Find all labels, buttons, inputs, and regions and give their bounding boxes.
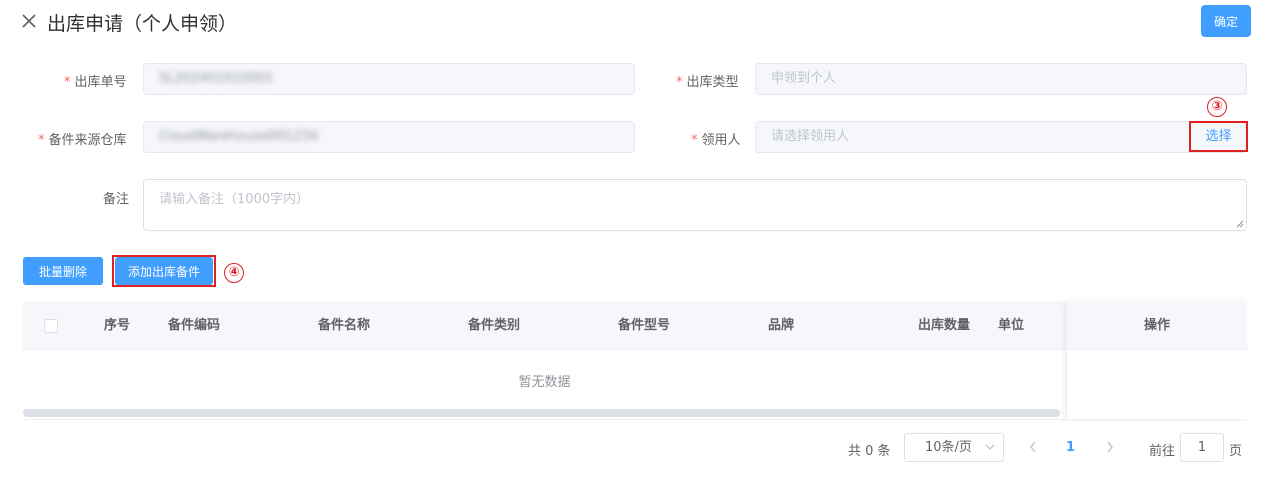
goto-page-input[interactable]: 1: [1180, 433, 1224, 462]
out-type-label: * 出库类型: [676, 75, 739, 90]
col-brand: 品牌: [768, 318, 795, 333]
order-no-label: * 出库单号: [64, 75, 127, 90]
page-size-value: 10条/页: [925, 440, 972, 455]
page-title: 出库申请（个人申领）: [47, 13, 238, 35]
chevron-down-icon: [985, 444, 995, 450]
col-quantity: 出库数量: [918, 318, 971, 333]
col-part-category: 备件类别: [468, 318, 521, 333]
step-3-marker: ③: [1207, 97, 1227, 117]
col-unit: 单位: [998, 318, 1025, 333]
col-index: 序号: [104, 318, 131, 333]
horizontal-scrollbar[interactable]: [23, 409, 1060, 417]
table-header: 序号 备件编码 备件名称 备件类别 备件型号 品牌 出库数量 单位: [23, 301, 1247, 350]
order-no-field: SL202401010001: [143, 63, 635, 95]
source-warehouse-value: CloudWarehouse001234: [159, 129, 319, 144]
empty-text: 暂无数据: [518, 375, 571, 390]
remark-placeholder: 请输入备注（1000字内）: [159, 192, 310, 207]
source-warehouse-field: CloudWarehouse001234: [143, 121, 635, 153]
select-recipient-button[interactable]: 选择: [1189, 121, 1248, 152]
goto-label: 前往: [1149, 444, 1176, 459]
out-type-field: 申领到个人: [755, 63, 1247, 95]
close-icon[interactable]: [20, 12, 38, 30]
table-divider: [23, 419, 1247, 420]
page-header: 出库申请（个人申领） 确定: [0, 0, 1269, 46]
recipient-label: * 领用人: [691, 133, 741, 148]
recipient-field[interactable]: 请选择领用人: [755, 121, 1247, 153]
col-operations: 操作: [1067, 301, 1247, 350]
col-part-code: 备件编码: [168, 318, 221, 333]
page-size-select[interactable]: 10条/页: [904, 433, 1004, 462]
remark-textarea[interactable]: 请输入备注（1000字内）: [143, 179, 1247, 231]
page-suffix: 页: [1229, 444, 1243, 459]
add-parts-button[interactable]: 添加出库备件: [115, 257, 213, 285]
confirm-button[interactable]: 确定: [1201, 5, 1251, 37]
current-page[interactable]: 1: [1066, 440, 1075, 455]
col-part-name: 备件名称: [318, 318, 371, 333]
resize-handle-icon[interactable]: [1236, 220, 1244, 228]
next-page-icon[interactable]: [1105, 440, 1115, 454]
prev-page-icon[interactable]: [1028, 440, 1038, 454]
order-no-value: SL202401010001: [159, 71, 274, 86]
operations-column: 操作: [1066, 301, 1247, 419]
batch-delete-button[interactable]: 批量删除: [23, 257, 103, 285]
col-part-model: 备件型号: [618, 318, 671, 333]
parts-table: 序号 备件编码 备件名称 备件类别 备件型号 品牌 出库数量 单位 暂无数据 操…: [23, 301, 1247, 419]
pagination-total: 共 0 条: [848, 444, 891, 459]
step-4-marker: ④: [224, 263, 244, 283]
select-all-checkbox[interactable]: [44, 319, 58, 333]
remark-label: 备注: [103, 192, 130, 207]
source-warehouse-label: * 备件来源仓库: [38, 133, 127, 148]
